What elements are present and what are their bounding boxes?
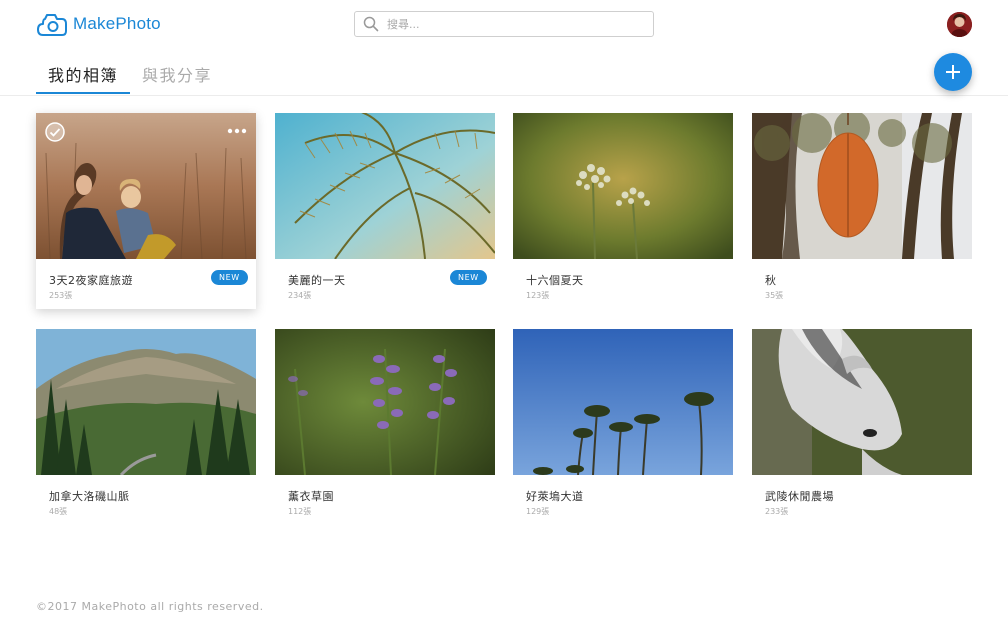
- album-cover[interactable]: [275, 113, 495, 259]
- plus-icon: [946, 65, 960, 79]
- album-title: 薰衣草園: [288, 490, 334, 503]
- footer-copyright: ©2017 MakePhoto all rights reserved.: [36, 600, 264, 613]
- album-cover[interactable]: [752, 329, 972, 475]
- app-logo[interactable]: MakePhoto: [36, 11, 161, 37]
- album-title: 好萊塢大道: [526, 490, 584, 503]
- album-card[interactable]: 秋 35張: [752, 113, 972, 309]
- album-title: 3天2夜家庭旅遊: [49, 274, 133, 287]
- album-cover[interactable]: [36, 113, 256, 259]
- new-badge: NEW: [211, 270, 248, 285]
- selected-check-icon[interactable]: [45, 122, 65, 142]
- album-photo-count: 123張: [526, 291, 550, 300]
- album-title: 美麗的一天: [288, 274, 346, 287]
- album-photo-count: 35張: [765, 291, 784, 300]
- tab-my-albums[interactable]: 我的相簿: [36, 52, 130, 94]
- add-album-button[interactable]: [934, 53, 972, 91]
- album-card[interactable]: 薰衣草園 112張: [275, 329, 495, 525]
- album-card[interactable]: 好萊塢大道 129張: [513, 329, 733, 525]
- album-card[interactable]: 美麗的一天 234張 NEW: [275, 113, 495, 309]
- album-title: 武陵休閒農場: [765, 490, 834, 503]
- more-options-icon[interactable]: [227, 127, 247, 135]
- album-photo-count: 48張: [49, 507, 68, 516]
- album-card[interactable]: 加拿大洛磯山脈 48張: [36, 329, 256, 525]
- album-tabs: 我的相簿 與我分享: [36, 52, 212, 94]
- album-photo-count: 129張: [526, 507, 550, 516]
- tabs-divider: [0, 95, 1008, 96]
- album-title: 十六個夏天: [526, 274, 584, 287]
- album-cover[interactable]: [513, 329, 733, 475]
- album-title: 秋: [765, 274, 777, 287]
- album-cover[interactable]: [36, 329, 256, 475]
- album-photo-count: 112張: [288, 507, 312, 516]
- search-input[interactable]: [387, 17, 637, 31]
- tab-shared-with-me[interactable]: 與我分享: [142, 52, 212, 94]
- search-box[interactable]: [354, 11, 654, 37]
- album-photo-count: 253張: [49, 291, 73, 300]
- album-photo-count: 233張: [765, 507, 789, 516]
- album-card[interactable]: 3天2夜家庭旅遊 253張 NEW: [36, 113, 256, 309]
- search-icon: [363, 16, 379, 32]
- album-cover[interactable]: [275, 329, 495, 475]
- avatar[interactable]: [947, 12, 972, 37]
- album-photo-count: 234張: [288, 291, 312, 300]
- camera-cloud-icon: [37, 14, 67, 36]
- album-title: 加拿大洛磯山脈: [49, 490, 130, 503]
- album-cover[interactable]: [513, 113, 733, 259]
- new-badge: NEW: [450, 270, 487, 285]
- album-cover[interactable]: [752, 113, 972, 259]
- album-card[interactable]: 十六個夏天 123張: [513, 113, 733, 309]
- album-card[interactable]: 武陵休閒農場 233張: [752, 329, 972, 525]
- app-name: MakePhoto: [73, 14, 161, 33]
